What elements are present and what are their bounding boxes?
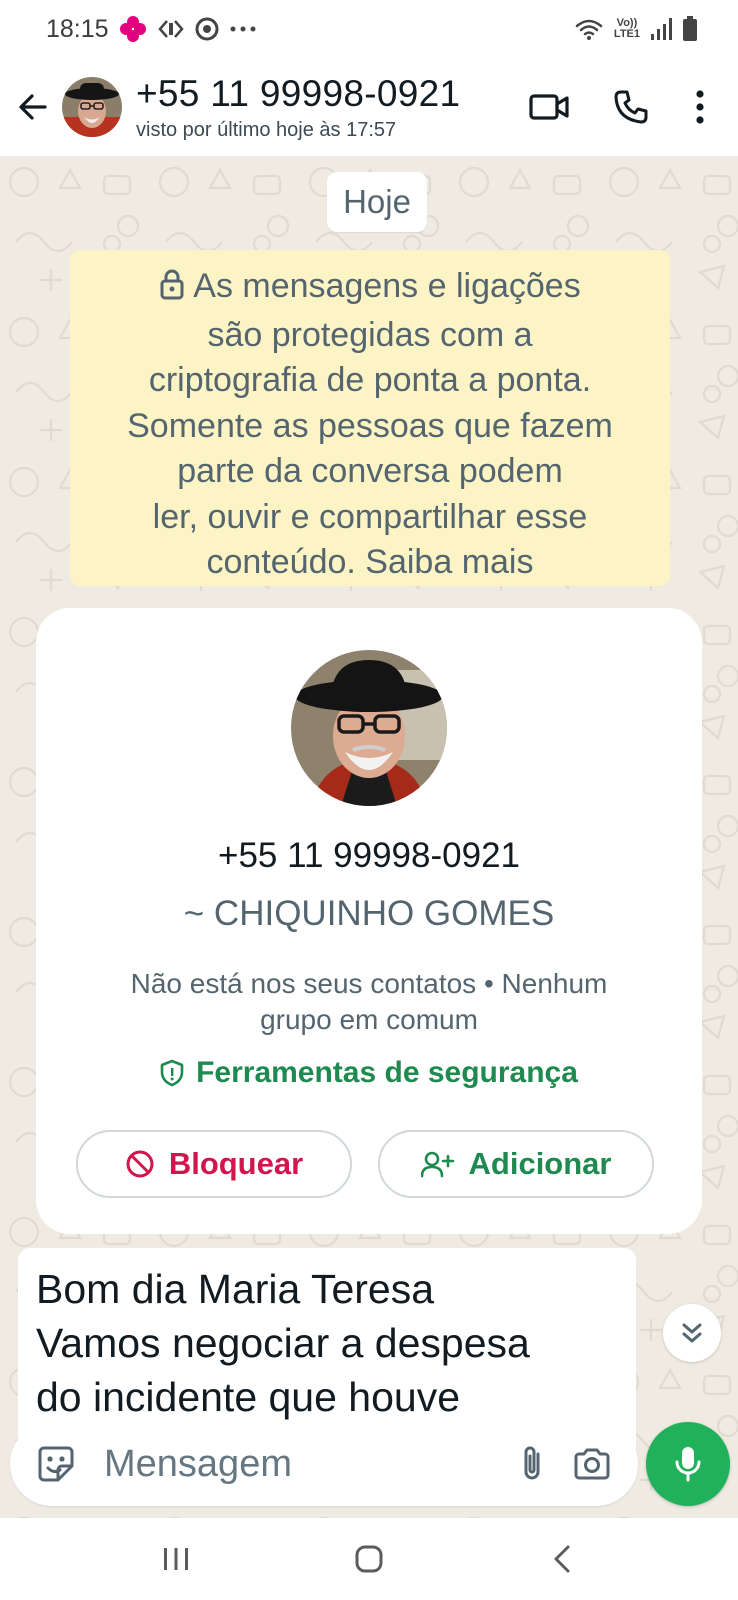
add-person-icon [420, 1151, 454, 1178]
wifi-icon [574, 17, 604, 41]
chat-area[interactable]: Hoje As mensagens e ligações são protegi… [0, 156, 738, 1518]
video-call-button[interactable] [508, 58, 590, 156]
system-back-button[interactable] [522, 1529, 602, 1589]
shield-icon [160, 1059, 184, 1087]
more-dots-icon [229, 25, 257, 33]
contact-avatar[interactable] [62, 77, 122, 137]
system-nav-bar [0, 1518, 738, 1600]
status-bar: 18:15 Vo)) LTE1 [0, 0, 738, 58]
sticker-smiley-icon [38, 1446, 74, 1482]
back-button[interactable] [4, 58, 62, 156]
message-input[interactable]: Mensagem [104, 1443, 502, 1486]
arrow-left-icon [19, 94, 47, 120]
voice-message-button[interactable] [646, 1422, 730, 1506]
battery-icon [682, 16, 698, 42]
phone-icon [614, 90, 648, 124]
title-block[interactable]: +55 11 99998-0921 visto por último hoje … [136, 73, 460, 142]
encryption-notice[interactable]: As mensagens e ligações são protegidas c… [70, 250, 670, 586]
notice-line: são protegidas com a [207, 315, 533, 354]
notice-line: As mensagens e ligações [86, 264, 654, 313]
chrome-icon [195, 17, 219, 41]
message-line: do incidente que houve [36, 1374, 461, 1420]
safety-tools-link[interactable]: Ferramentas de segurança [36, 1056, 702, 1090]
chat-header: +55 11 99998-0921 visto por último hoje … [0, 58, 738, 156]
chat-title: +55 11 99998-0921 [136, 72, 461, 114]
contact-profile-photo[interactable] [291, 650, 447, 806]
video-camera-icon [529, 94, 569, 120]
cast-icon [157, 17, 185, 41]
status-time: 18:15 [46, 14, 109, 43]
paperclip-icon [524, 1446, 540, 1480]
more-vertical-icon [696, 90, 704, 124]
notice-line: conteúdo. Saiba mais [206, 543, 534, 581]
message-line: Bom dia Maria Teresa [36, 1266, 435, 1312]
add-contact-button[interactable]: Adicionar [378, 1130, 654, 1198]
overflow-menu-button[interactable] [672, 58, 728, 156]
unknown-contact-card: +55 11 99998-0921 ~ CHIQUINHO GOMES Não … [36, 608, 702, 1234]
recents-icon [164, 1548, 189, 1570]
attach-button[interactable] [502, 1434, 562, 1494]
notice-line: criptografia de ponta a ponta. [148, 361, 592, 399]
flower-notification-icon [119, 15, 147, 43]
recent-apps-button[interactable] [136, 1529, 216, 1589]
home-button[interactable] [329, 1529, 409, 1589]
date-chip: Hoje [327, 172, 427, 232]
card-phone-number: +55 11 99998-0921 [218, 836, 520, 875]
scroll-to-bottom-button[interactable] [663, 1304, 721, 1362]
notice-line: parte da conversa podem [177, 452, 563, 490]
card-push-name: ~ CHIQUINHO GOMES [183, 894, 555, 933]
notice-line: ler, ouvir e compartilhar esse [152, 497, 588, 536]
voice-call-button[interactable] [590, 58, 672, 156]
home-icon [355, 1545, 383, 1573]
sticker-button[interactable] [26, 1434, 86, 1494]
message-line: Vamos negociar a despesa [36, 1320, 530, 1366]
camera-button[interactable] [562, 1434, 622, 1494]
double-chevron-down-icon [682, 1323, 702, 1343]
block-button[interactable]: Bloquear [76, 1130, 352, 1198]
signal-icon [650, 17, 672, 41]
lock-icon [159, 267, 185, 313]
card-info-text: Não está nos seus contatos • Nenhum grup… [130, 968, 608, 1035]
chevron-left-icon [554, 1545, 570, 1573]
volte-icon: Vo)) LTE1 [613, 17, 640, 40]
notice-line: Somente as pessoas que fazem [127, 406, 613, 445]
block-icon [126, 1150, 154, 1178]
last-seen-status: visto por último hoje às 17:57 [136, 118, 397, 141]
screen: 18:15 Vo)) LTE1 +55 11 99998-0921 visto … [0, 0, 738, 1600]
microphone-icon [675, 1447, 701, 1482]
camera-icon [574, 1448, 610, 1480]
message-composer: Mensagem [10, 1422, 638, 1506]
